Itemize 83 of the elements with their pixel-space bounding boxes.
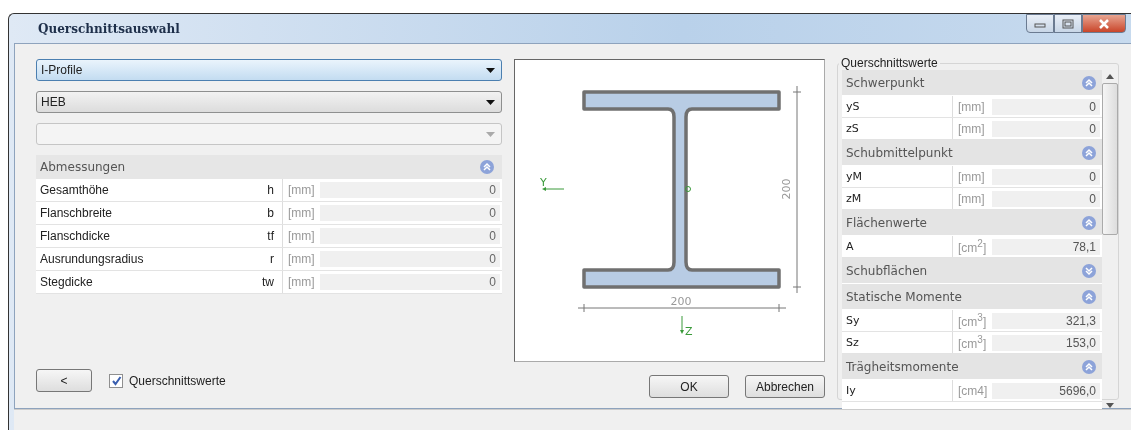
section-header[interactable]: Trägheitsmomente	[842, 354, 1102, 380]
value-field[interactable]: 0	[320, 205, 500, 221]
table-cell: A	[842, 236, 953, 257]
profile-dropdown[interactable]: HEB	[36, 91, 502, 113]
centroid-icon	[685, 186, 691, 192]
table-cell-text: [mm]	[957, 169, 986, 184]
z-axis-arrow	[680, 315, 684, 334]
maximize-icon	[1061, 18, 1075, 29]
table-cell-text: [cm$^{2}$]	[957, 238, 988, 255]
table-cell-text: [mm]	[957, 121, 986, 136]
checkbox-label: Querschnittswerte	[129, 373, 226, 388]
section-header[interactable]: Abmessungen	[36, 155, 502, 179]
section-title: Schubflächen	[846, 263, 928, 278]
table-cell-text: [mm]	[957, 191, 986, 206]
value-field[interactable]: 0	[320, 228, 500, 244]
value-field: 78,1	[992, 238, 1100, 255]
table-cell: Iy	[842, 380, 953, 401]
value-field: 0	[992, 98, 1100, 115]
section-header[interactable]: Schubflächen	[842, 258, 1102, 284]
window-title: Querschnittsauswahl	[38, 21, 180, 36]
table-cell: zM	[842, 188, 953, 209]
value-field: 321,3	[992, 312, 1100, 329]
dialog-button[interactable]: Abbrechen	[745, 375, 825, 398]
dialog-button[interactable]: OK	[649, 375, 729, 398]
value-field: 0	[992, 190, 1100, 207]
checkbox[interactable]	[109, 373, 123, 388]
caret-icon	[486, 99, 495, 105]
minimize-button[interactable]	[1026, 14, 1054, 33]
dimension-label: 200	[780, 178, 793, 200]
table-cell-text: [mm]	[287, 183, 316, 197]
back-button[interactable]: <	[36, 369, 92, 392]
table-cell: tf	[254, 225, 283, 247]
table-cell-text: [cm$^{3}$]	[957, 312, 988, 329]
table-cell-text: Flanschdicke	[39, 229, 112, 243]
section-header[interactable]: Statische Momente	[842, 284, 1102, 310]
dimension-label: 200	[670, 295, 692, 308]
value-field: 5696,0	[992, 382, 1100, 399]
value-field: 0	[992, 168, 1100, 185]
caret-icon	[486, 67, 495, 73]
table-cell: h	[254, 179, 283, 201]
value-field[interactable]: 0	[320, 182, 500, 198]
axis-label: Y	[540, 176, 547, 189]
close-icon	[1097, 18, 1111, 29]
table-cell-text: [cm$^{3}$]	[957, 334, 988, 351]
section-title: Abmessungen	[40, 160, 126, 174]
table-cell-text: [mm]	[287, 206, 316, 220]
section-title: Statische Momente	[846, 289, 962, 304]
scroll-up-icon[interactable]	[1106, 74, 1114, 79]
section-title: Trägheitsmomente	[846, 359, 959, 374]
section-title: Flächenwerte	[846, 215, 927, 230]
table-cell-text: Gesamthöhe	[39, 183, 110, 197]
value-field: 0	[992, 120, 1100, 137]
table-cell: zS	[842, 118, 953, 139]
table-cell: Sz	[842, 332, 953, 353]
table-cell-text: Stegdicke	[39, 275, 94, 289]
value-field: 153,0	[992, 334, 1100, 351]
table-cell-text: [mm]	[287, 275, 316, 289]
table-cell: r	[254, 248, 283, 270]
table-cell: b	[254, 202, 283, 224]
section-title: Schubmittelpunkt	[846, 145, 953, 160]
value-field[interactable]: 0	[320, 251, 500, 267]
close-button[interactable]	[1082, 14, 1126, 33]
group-title: Querschnittswerte	[840, 56, 939, 70]
table-cell-text: [mm]	[957, 99, 986, 114]
table-cell: Sy	[842, 310, 953, 331]
table-cell-text: [mm]	[287, 229, 316, 243]
maximize-button[interactable]	[1054, 14, 1082, 33]
table-cell: yS	[842, 96, 953, 117]
section-header[interactable]: Schubmittelpunkt	[842, 140, 1102, 166]
table-cell: tw	[254, 271, 283, 293]
section-header[interactable]: Flächenwerte	[842, 210, 1102, 236]
value-field[interactable]: 0	[320, 274, 500, 290]
table-cell-text: [mm]	[287, 252, 316, 266]
y-axis-arrow	[542, 187, 565, 191]
profile-dropdown[interactable]: I-Profile	[36, 59, 502, 81]
axis-label: Z	[685, 325, 693, 338]
table-cell-text: [cm4]	[957, 383, 989, 398]
table-cell: yM	[842, 166, 953, 187]
table-cell-text: Ausrundungsradius	[39, 252, 145, 266]
section-header[interactable]: Schwerpunkt	[842, 70, 1102, 96]
table-cell-text: Flanschbreite	[39, 206, 114, 220]
caret-icon	[486, 131, 495, 137]
section-title: Schwerpunkt	[846, 75, 925, 90]
